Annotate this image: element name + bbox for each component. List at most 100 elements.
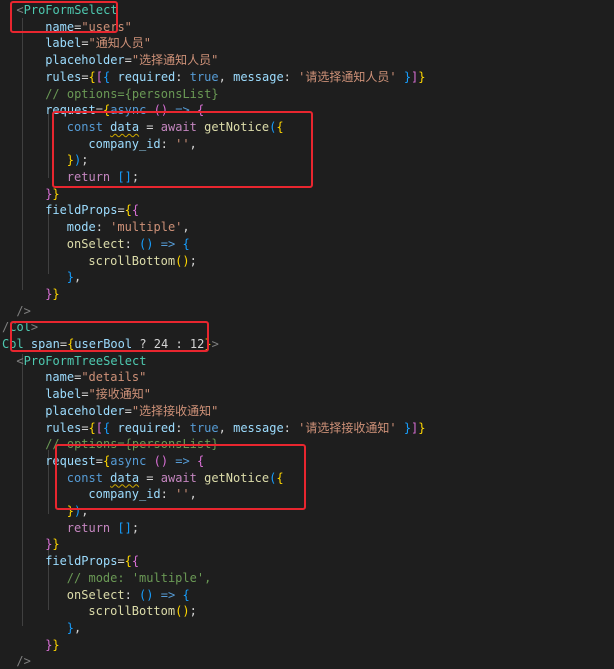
code-token: =: [81, 387, 89, 402]
code-token: <: [16, 353, 24, 368]
code-token: :: [175, 69, 190, 84]
code-line: <ProFormTreeSelect: [16, 353, 146, 369]
code-line: name="details": [45, 369, 146, 385]
code-token: [: [117, 520, 125, 535]
highlight-box-request-body: [52, 111, 313, 188]
code-token: ;: [131, 520, 140, 535]
code-token: =: [117, 203, 125, 218]
code-token: placeholder: [45, 403, 125, 418]
code-token: mode: [66, 220, 96, 235]
code-token: }: [418, 69, 426, 84]
code-line: },: [67, 620, 81, 636]
code-token: "选择通知人员": [131, 53, 219, 68]
code-token: :: [95, 220, 111, 235]
code-line: }}: [45, 186, 59, 202]
code-token: ,: [218, 69, 234, 84]
code-token: {: [131, 203, 140, 218]
code-line: label="接收通知": [45, 386, 151, 402]
code-token: }: [45, 637, 53, 652]
code-token: 'multiple': [110, 220, 183, 235]
code-token: =: [81, 420, 89, 435]
code-token: ): [146, 236, 154, 251]
code-line: label="通知人员": [45, 35, 151, 51]
code-line: rules={[{ required: true, message: '请选择通…: [45, 69, 425, 85]
code-token: }: [403, 69, 412, 84]
code-token: rules: [45, 420, 82, 435]
code-token: onSelect: [66, 236, 125, 251]
code-token: :: [283, 69, 299, 84]
code-token: true: [189, 420, 219, 435]
code-token: ;: [189, 604, 197, 619]
code-token: message: [233, 69, 284, 84]
code-line: scrollBottom();: [88, 603, 196, 619]
code-token: {: [182, 587, 190, 602]
code-token: }: [52, 537, 60, 552]
highlight-box-proformselect: [10, 1, 118, 33]
code-token: />: [16, 303, 31, 318]
code-token: "接收通知": [88, 387, 151, 402]
code-token: placeholder: [45, 53, 125, 68]
code-token: {: [124, 554, 132, 569]
code-token: ,: [74, 270, 82, 285]
code-token: =: [124, 403, 132, 418]
code-token: }: [52, 286, 60, 301]
code-token: onSelect: [66, 587, 125, 602]
code-token: =>: [160, 587, 176, 602]
code-token: =: [81, 36, 89, 51]
code-line: fieldProps={{: [45, 202, 139, 218]
code-token: =: [117, 554, 125, 569]
code-token: return: [66, 520, 111, 535]
code-line: />: [16, 653, 30, 669]
indent-guide: [48, 210, 49, 274]
code-token: message: [233, 420, 284, 435]
highlight-box-request-body: [55, 444, 306, 510]
code-line: }}: [45, 286, 59, 302]
code-token: }: [403, 420, 412, 435]
code-token: }: [418, 420, 426, 435]
code-token: ProFormTreeSelect: [23, 353, 147, 368]
highlight-box-proformtreeselect: [10, 321, 209, 352]
code-line: fieldProps={{: [45, 553, 139, 569]
code-token: :: [124, 587, 140, 602]
code-token: />: [16, 654, 31, 669]
code-token: :: [124, 236, 140, 251]
code-editor[interactable]: <ProFormSelect name="users" label="通知人员" pl…: [0, 0, 614, 668]
code-token: }: [52, 637, 60, 652]
code-token: }: [66, 270, 75, 285]
code-token: ): [146, 587, 154, 602]
code-token: =: [81, 69, 89, 84]
code-token: {: [131, 554, 140, 569]
code-line: onSelect: () => {: [67, 236, 190, 252]
code-token: {: [88, 69, 96, 84]
code-token: scrollBottom: [88, 253, 176, 268]
code-token: "details": [81, 370, 147, 385]
code-token: }: [52, 186, 60, 201]
code-token: // mode: 'multiple',: [66, 570, 212, 585]
code-token: ): [182, 253, 190, 268]
code-token: '请选择接收通知': [298, 420, 397, 435]
indent-guide: [48, 114, 49, 178]
code-token: [: [95, 420, 104, 435]
code-token: ]: [124, 520, 132, 535]
code-token: ;: [189, 253, 197, 268]
code-token: true: [189, 69, 219, 84]
code-line: />: [16, 303, 30, 319]
code-token: ,: [182, 220, 190, 235]
code-token: :: [283, 420, 299, 435]
code-line: // options={personsList}: [45, 86, 218, 102]
code-line: placeholder="选择通知人员": [45, 52, 218, 68]
code-line: // mode: 'multiple',: [67, 570, 212, 586]
code-token: fieldProps: [45, 203, 118, 218]
code-line: }}: [45, 536, 59, 552]
code-line: placeholder="选择接收通知": [45, 403, 218, 419]
code-token: {: [124, 203, 132, 218]
code-line: return [];: [67, 520, 139, 536]
code-token: =: [124, 53, 132, 68]
code-token: fieldProps: [45, 554, 118, 569]
code-line: },: [67, 269, 81, 285]
code-token: ): [182, 604, 190, 619]
